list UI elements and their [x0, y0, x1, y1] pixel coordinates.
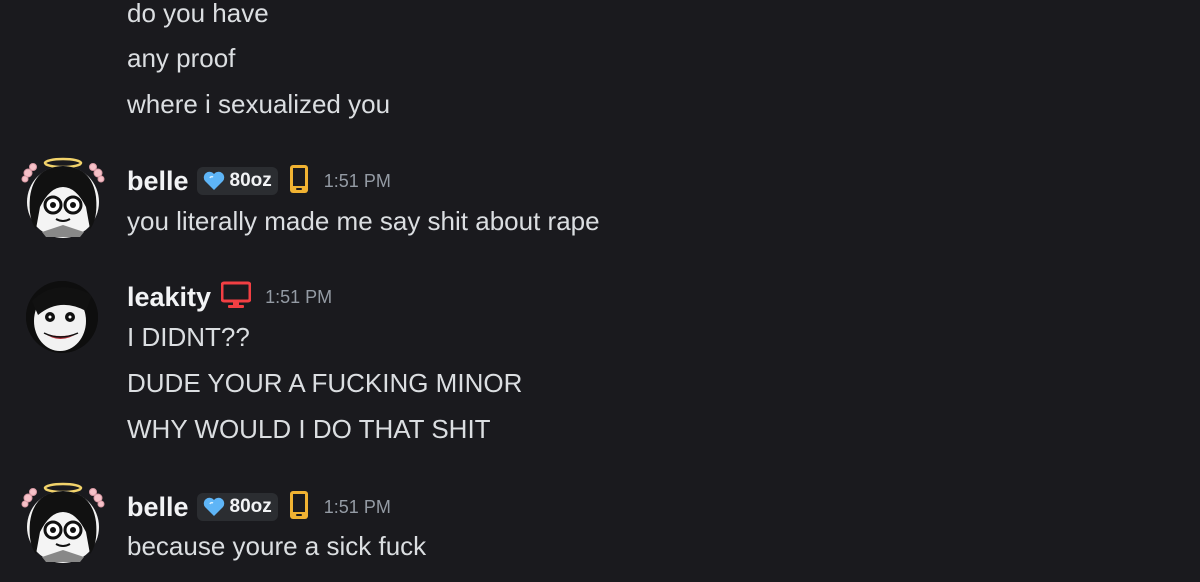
server-tag[interactable]: 80oz: [196, 493, 278, 521]
username[interactable]: belle: [127, 492, 189, 523]
username[interactable]: leakity: [127, 282, 211, 313]
server-tag-label: 80oz: [229, 496, 272, 517]
avatar-belle[interactable]: [20, 157, 106, 243]
server-tag-label: 80oz: [229, 170, 272, 191]
timestamp[interactable]: 1:51 PM: [324, 497, 391, 518]
message-text: WHY WOULD I DO THAT SHIT: [127, 414, 491, 444]
chat-message-list: do you have any proof where i sexualized…: [0, 0, 1200, 582]
message-text: DUDE YOUR A FUCKING MINOR: [127, 368, 523, 398]
message-text: any proof: [127, 43, 236, 73]
message-text: I DIDNT??: [127, 322, 250, 352]
avatar-decoration-halo: [21, 482, 105, 563]
desktop-monitor-icon: [220, 281, 252, 314]
username[interactable]: belle: [127, 166, 189, 197]
timestamp[interactable]: 1:51 PM: [324, 171, 391, 192]
message-text: because youre a sick fuck: [127, 531, 427, 561]
avatar-decoration-halo: [21, 157, 105, 238]
avatar-leakity[interactable]: [26, 281, 98, 353]
server-tag[interactable]: 80oz: [196, 167, 278, 195]
mobile-phone-icon: [288, 490, 310, 525]
message-header: leakity 1:51 PM: [127, 280, 332, 314]
message-text: where i sexualized you: [127, 89, 391, 119]
heart-icon: [203, 171, 224, 190]
heart-icon: [203, 497, 224, 516]
message-header: belle 80oz 1:51 PM: [127, 164, 391, 198]
avatar-belle[interactable]: [20, 482, 106, 568]
mobile-phone-icon: [288, 164, 310, 199]
message-text: do you have: [127, 0, 269, 28]
timestamp[interactable]: 1:51 PM: [265, 287, 332, 308]
message-text: you literally made me say shit about rap…: [127, 206, 600, 236]
message-header: belle 80oz 1:51 PM: [127, 490, 391, 524]
